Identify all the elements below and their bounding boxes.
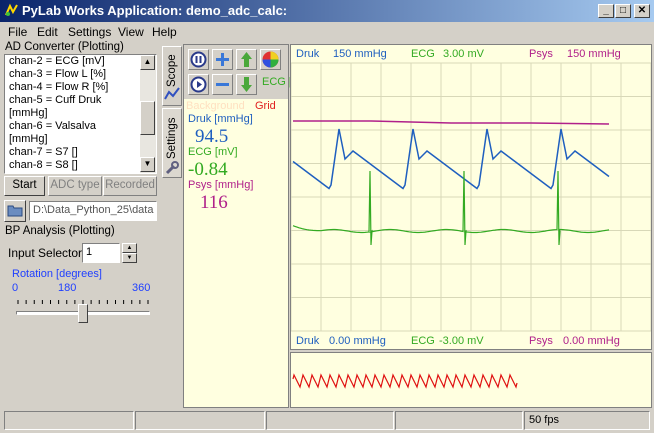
minimize-icon: _ — [603, 5, 609, 16]
status-cell-1 — [4, 411, 134, 430]
list-item[interactable]: chan-4 = Flow R [%] — [5, 81, 156, 94]
scope-plot[interactable]: Druk 150 mmHg ECG 3.00 mV Psys 150 mmHg … — [290, 44, 652, 350]
rotation-slider[interactable] — [16, 296, 150, 326]
color-picker-button[interactable] — [260, 49, 281, 70]
tab-recorded[interactable]: Recorded — [103, 176, 157, 196]
status-cell-4 — [395, 411, 523, 430]
ad-converter-label: AD Converter (Plotting) — [5, 41, 124, 53]
scroll-up-button[interactable]: ▲ — [140, 55, 155, 70]
zoom-out-button[interactable] — [212, 74, 233, 95]
menu-edit[interactable]: Edit — [37, 25, 58, 39]
minus-icon — [216, 83, 229, 86]
maximize-icon: □ — [619, 5, 627, 16]
scroll-down-button[interactable]: ▼ — [140, 157, 155, 172]
minimize-button[interactable]: _ — [598, 4, 614, 18]
open-folder-button[interactable] — [4, 200, 26, 222]
plus-icon — [216, 53, 229, 66]
color-wheel-icon — [262, 51, 279, 68]
status-cell-3 — [266, 411, 394, 430]
status-fps: 50 fps — [524, 411, 650, 430]
ecg-readout-value: -0.84 — [188, 159, 228, 180]
druk-readout-label: Druk [mmHg] — [188, 113, 253, 125]
ecg-channel-select[interactable]: ECG [ — [262, 76, 292, 88]
list-item[interactable]: chan-6 = Valsalva — [5, 120, 156, 133]
background-button[interactable]: Background — [186, 100, 245, 112]
menu-file[interactable]: File — [8, 25, 27, 39]
arrow-up-icon — [241, 52, 252, 67]
spin-down-button[interactable]: ▼ — [122, 253, 137, 263]
list-item[interactable]: chan-8 = S8 [] — [5, 159, 156, 172]
menu-bar: File Edit Settings View Help — [0, 22, 654, 41]
psys-readout-label: Psys [mmHg] — [188, 179, 254, 191]
pause-icon — [190, 51, 207, 68]
spin-up-button[interactable]: ▲ — [122, 243, 137, 253]
move-down-button[interactable] — [236, 74, 257, 95]
scope-bottom-druk-value: 0.00 mmHg — [329, 335, 386, 347]
druk-readout-value: 94.5 — [195, 126, 229, 147]
close-icon: ✕ — [637, 5, 647, 16]
psys-readout-value: 116 — [200, 192, 228, 213]
status-cell-2 — [135, 411, 265, 430]
folder-icon — [7, 205, 23, 217]
pause-button[interactable] — [188, 49, 209, 70]
path-field[interactable]: D:\Data_Python_25\data — [29, 201, 157, 221]
menu-help[interactable]: Help — [152, 25, 177, 39]
chart-icon — [164, 86, 180, 102]
maximize-button[interactable]: □ — [615, 4, 631, 18]
scope-top-psys-label: Psys — [529, 48, 553, 60]
title-bar[interactable]: PyLab Works Application: demo_adc_calc: … — [0, 0, 654, 22]
input-selector-label: Input Selector — [8, 246, 83, 260]
list-item[interactable]: chan-7 = S7 [] — [5, 146, 156, 159]
move-up-button[interactable] — [236, 49, 257, 70]
scope-top-ecg-label: ECG — [411, 48, 435, 60]
menu-settings[interactable]: Settings — [68, 25, 111, 39]
tab-adc-type[interactable]: ADC type — [48, 176, 102, 196]
list-item[interactable]: chan-2 = ECG [mV] — [5, 55, 156, 68]
input-selector-field[interactable]: 1 — [82, 243, 120, 263]
rotation-max: 360 — [132, 282, 151, 294]
zoom-in-button[interactable] — [212, 49, 233, 70]
scope-top-psys-value: 150 mmHg — [567, 48, 621, 60]
play-button[interactable] — [188, 74, 209, 95]
list-item[interactable]: [mmHg] — [5, 133, 156, 146]
window-title: PyLab Works Application: demo_adc_calc: — [22, 3, 288, 18]
channel-list-scrollbar[interactable]: ▲ ▼ — [140, 55, 156, 173]
app-icon — [5, 3, 18, 16]
list-item[interactable]: [mmHg] — [5, 107, 156, 120]
scope-top-druk-label: Druk — [296, 48, 320, 60]
rotation-mid: 180 — [58, 282, 77, 294]
list-item[interactable]: chan-3 = Flow L [%] — [5, 68, 156, 81]
close-button[interactable]: ✕ — [634, 4, 650, 18]
scope-bottom-psys-label: Psys — [529, 335, 553, 347]
ecg-readout-label: ECG [mV] — [188, 146, 238, 158]
scope-bottom-psys-value: 0.00 mmHg — [563, 335, 620, 347]
grid-button[interactable]: Grid — [255, 100, 276, 112]
rotation-label: Rotation [degrees] — [12, 268, 102, 280]
slider-ticks — [16, 296, 150, 304]
scope-canvas — [291, 62, 651, 332]
list-item[interactable]: chan-5 = Cuff Druk — [5, 94, 156, 107]
scope-top-ecg-value: 3.00 mV — [443, 48, 484, 60]
channel-list[interactable]: chan-2 = ECG [mV] chan-3 = Flow L [%] chan… — [4, 54, 157, 174]
menu-view[interactable]: View — [118, 25, 144, 39]
scope-bottom-druk-label: Druk — [296, 335, 320, 347]
scope-bottom-ecg-value: -3.00 mV — [439, 335, 484, 347]
mini-trace — [292, 373, 518, 389]
bp-analysis-label: BP Analysis (Plotting) — [5, 225, 115, 237]
slider-thumb[interactable] — [78, 304, 88, 323]
play-circle-icon — [190, 76, 207, 93]
scroll-thumb[interactable] — [140, 101, 155, 135]
scope-bottom-ecg-label: ECG — [411, 335, 435, 347]
scope-top-druk-value: 150 mmHg — [333, 48, 387, 60]
arrow-down-icon — [241, 77, 252, 92]
start-button[interactable]: Start — [4, 176, 45, 196]
wrench-icon — [164, 160, 180, 176]
rotation-min: 0 — [12, 282, 19, 294]
mini-plot[interactable] — [290, 352, 652, 408]
